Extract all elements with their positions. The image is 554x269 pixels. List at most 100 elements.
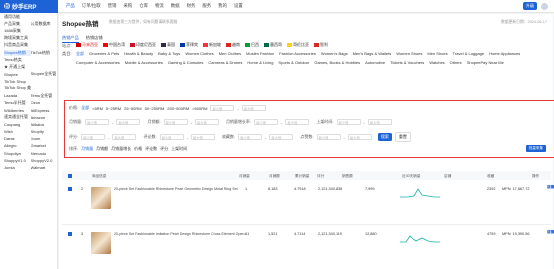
sidebar-item[interactable]: Wildberries [4, 108, 31, 113]
sidebar-item[interactable]: Ozon [31, 100, 58, 105]
sidebar-item[interactable]: 公用数据库 [31, 21, 58, 27]
price-option[interactable]: 250~500RM [167, 106, 189, 111]
category-option[interactable]: Men Clothes [219, 51, 241, 57]
price-option[interactable]: 25~50RM [124, 106, 141, 111]
site-option[interactable]: 越南 [226, 42, 240, 48]
category-option[interactable]: Sports & Outdoor [278, 60, 309, 65]
sidebar-item[interactable]: Daraz [4, 136, 31, 141]
topnav-item[interactable]: 营销 [108, 3, 117, 9]
sort-option[interactable]: 上架时间 [171, 146, 187, 152]
filter-max-input[interactable]: 最大值 [116, 119, 141, 125]
sidebar-item[interactable]: ★ 开通上架 [4, 64, 31, 70]
filter-max-input[interactable]: 最大值 [347, 134, 372, 140]
category-option[interactable]: ShopeePay Near Me [467, 60, 504, 65]
filter-max-input[interactable]: 最大值 [269, 134, 294, 140]
sidebar-item[interactable]: 产品采集 [4, 21, 31, 27]
category-option[interactable]: Automotive [365, 60, 385, 65]
category-option[interactable]: Gaming & Consoles [168, 60, 204, 65]
sidebar-item[interactable]: Joom [31, 136, 58, 141]
sort-option[interactable]: 月销额 [96, 146, 108, 152]
site-option[interactable]: 智利 [314, 42, 328, 48]
product-thumbnail[interactable] [91, 232, 111, 254]
category-option[interactable]: Home & Living [247, 60, 273, 65]
sidebar-item[interactable]: 抖音商品采集 [4, 42, 31, 48]
topnav-item[interactable]: 产品 [66, 3, 75, 9]
site-option[interactable]: 新加坡 [203, 42, 221, 48]
price-option[interactable]: >500RM [192, 106, 207, 111]
filter-min-input[interactable]: 最小值 [254, 119, 279, 125]
reset-button[interactable]: 重置 [394, 132, 411, 142]
sort-option[interactable]: 月销量 [81, 146, 93, 152]
site-option[interactable]: 墨西哥 [264, 42, 282, 48]
col-rating[interactable]: 评分 [317, 174, 324, 179]
sidebar-item[interactable]: AliExpress [31, 108, 58, 113]
col-sales-amount[interactable]: 销售额 [342, 174, 353, 179]
sidebar-item[interactable]: TikTok Shop [4, 79, 31, 84]
sidebar-item[interactable]: Walmart [31, 165, 58, 170]
sidebar-item[interactable]: 通用功能 [4, 14, 31, 20]
category-option[interactable]: Men Shoes [427, 51, 447, 57]
col-monthly-amount[interactable]: 月销额 [269, 174, 280, 179]
category-option[interactable]: Cameras & Drones [208, 60, 242, 65]
app-logo[interactable]: 妙 妙手ERP [0, 0, 58, 13]
category-option[interactable]: Muslim Fashion [246, 51, 274, 57]
upgrade-button[interactable]: 升级 [523, 2, 537, 10]
product-thumbnail[interactable] [91, 187, 111, 209]
site-option[interactable]: 菲律宾 [180, 42, 198, 48]
category-option[interactable]: Travel & Luggage [453, 51, 484, 57]
category-option[interactable]: Games, Books & Hobbies [314, 60, 360, 65]
category-option[interactable]: Health & Beauty [124, 51, 153, 57]
sidebar-item[interactable]: Mercado [31, 151, 58, 156]
filter-min-input[interactable]: 最小值 [81, 134, 106, 140]
site-option[interactable]: 印度尼西亚 [130, 42, 156, 48]
category-option[interactable]: Others [450, 60, 462, 65]
filter-min-input[interactable]: 最小值 [163, 119, 188, 125]
category-option[interactable]: Women Shoes [396, 51, 422, 57]
category-option[interactable]: Mobile & Accessories [125, 60, 163, 65]
search-button[interactable]: 搜索 [377, 133, 392, 141]
product-name[interactable]: 20-piece Set Fashionable Rhinestone Pear… [114, 187, 238, 191]
topnav-item[interactable]: 设置 [234, 3, 243, 9]
sidebar-item[interactable]: Temu全托管 [31, 93, 58, 99]
sidebar-item[interactable]: Shopee热销 [4, 49, 31, 56]
site-option[interactable]: 马来西亚 [76, 42, 98, 48]
sort-option[interactable]: 评论数 [145, 146, 157, 152]
filter-max-input[interactable]: 最大值 [112, 134, 137, 140]
sidebar-item[interactable]: ShoppyV1.0 [4, 158, 31, 163]
price-option[interactable]: <5RM [92, 106, 103, 111]
sidebar-item[interactable]: 1688采集 [4, 28, 31, 34]
sidebar-item[interactable]: ShoppyV2.0 [31, 158, 58, 163]
filter-min-input[interactable]: 最小值 [85, 119, 110, 125]
filter-min-input[interactable]: 最小值 [316, 134, 341, 140]
sidebar-item[interactable]: TikTok热销 [31, 50, 58, 56]
category-option[interactable]: 全部 [76, 51, 84, 57]
row-checkbox[interactable] [68, 232, 72, 236]
sidebar-item[interactable]: Allegro [4, 143, 31, 148]
sidebar-item[interactable]: Shopee全托管 [31, 71, 58, 77]
price-option[interactable]: 50~250RM [145, 106, 165, 111]
sort-option[interactable]: 价格 [134, 146, 142, 152]
price-max-input[interactable]: 最大值 [241, 105, 266, 111]
sidebar-item[interactable]: Wish [4, 129, 31, 134]
sidebar-item[interactable]: Alibaba [31, 122, 58, 127]
site-option[interactable]: 哥伦比亚 [287, 42, 309, 48]
category-option[interactable]: Women's Bags [321, 51, 348, 57]
sidebar-item[interactable]: Shopdiya [4, 151, 31, 156]
category-option[interactable]: Men's Bags & Wallets [353, 51, 392, 57]
category-option[interactable]: Groceries & Pets [89, 51, 119, 57]
topnav-item[interactable]: 物流 [155, 3, 164, 9]
filter-min-input[interactable]: 最小值 [159, 134, 184, 140]
category-option[interactable]: Women Clothes [185, 51, 213, 57]
site-option[interactable]: 泰国 [161, 42, 175, 48]
topnav-item[interactable]: 订单/拉取 [82, 3, 101, 9]
filter-max-input[interactable]: 最大值 [194, 119, 219, 125]
topnav-item[interactable]: 我的 [218, 3, 227, 9]
filter-max-input[interactable]: 最大值 [190, 134, 215, 140]
sort-option[interactable]: 月销量增长 [111, 146, 131, 152]
category-option[interactable]: Computer & Accessories [76, 60, 120, 65]
topnav-item[interactable]: 采购 [123, 3, 132, 9]
row-checkbox[interactable] [68, 187, 72, 191]
avatar[interactable] [541, 2, 548, 10]
filter-min-input[interactable]: 最小值 [336, 119, 361, 125]
sort-option[interactable]: 评分 [160, 146, 168, 152]
